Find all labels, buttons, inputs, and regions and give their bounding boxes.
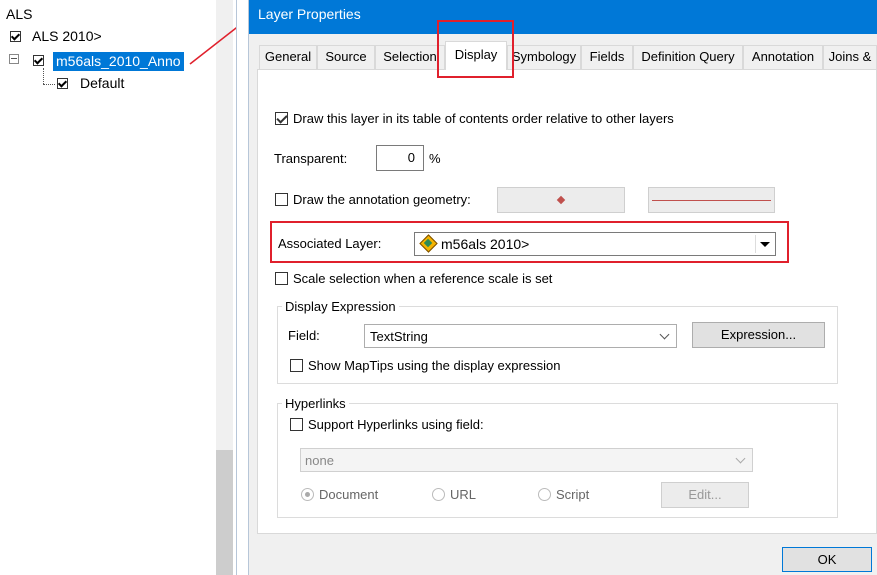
scale-selection-checkbox[interactable] bbox=[275, 272, 288, 285]
radio-url-label: URL bbox=[450, 487, 477, 502]
tab-joins[interactable]: Joins & bbox=[823, 45, 877, 69]
layer-diamond-icon bbox=[419, 234, 438, 253]
radio-script[interactable] bbox=[538, 488, 551, 501]
chevron-down-icon bbox=[735, 453, 746, 464]
point-symbol-button[interactable] bbox=[497, 187, 625, 213]
chevron-down-icon bbox=[659, 329, 670, 340]
radio-script-label: Script bbox=[556, 487, 590, 502]
tab-general[interactable]: General bbox=[259, 45, 317, 69]
associated-layer-dropdown[interactable]: m56als 2010> bbox=[414, 232, 776, 256]
tab-selection[interactable]: Selection bbox=[375, 45, 445, 69]
hyperlinks-legend: Hyperlinks bbox=[282, 396, 349, 411]
associated-layer-value: m56als 2010> bbox=[441, 236, 530, 252]
line-symbol-icon bbox=[652, 200, 771, 201]
draw-geometry-label: Draw the annotation geometry: bbox=[293, 192, 471, 207]
hyperlink-field-value: none bbox=[305, 453, 334, 468]
dropdown-arrow-icon[interactable] bbox=[755, 235, 773, 253]
field-dropdown[interactable]: TextString bbox=[364, 324, 677, 348]
maptips-checkbox[interactable] bbox=[290, 359, 303, 372]
point-symbol-icon bbox=[556, 195, 566, 205]
highlight-display-tab bbox=[437, 20, 514, 78]
dialog-border bbox=[236, 0, 249, 575]
field-label: Field: bbox=[288, 328, 320, 343]
transparent-input[interactable]: 0 bbox=[376, 145, 424, 171]
tab-annotation[interactable]: Annotation bbox=[743, 45, 823, 69]
tab-definition-query[interactable]: Definition Query bbox=[633, 45, 743, 69]
tab-source[interactable]: Source bbox=[317, 45, 375, 69]
field-value: TextString bbox=[370, 329, 428, 344]
expression-button[interactable]: Expression... bbox=[692, 322, 825, 348]
display-expression-legend: Display Expression bbox=[282, 299, 399, 314]
draw-order-checkbox[interactable] bbox=[275, 112, 288, 125]
scale-selection-label: Scale selection when a reference scale i… bbox=[293, 271, 553, 286]
radio-document-label: Document bbox=[319, 487, 379, 502]
line-symbol-button[interactable] bbox=[648, 187, 775, 213]
transparent-label: Transparent: bbox=[274, 151, 348, 166]
associated-layer-label: Associated Layer: bbox=[278, 236, 382, 251]
dialog-title: Layer Properties bbox=[258, 6, 361, 22]
ok-button[interactable]: OK bbox=[782, 547, 872, 572]
tab-fields[interactable]: Fields bbox=[581, 45, 633, 69]
tab-symbology[interactable]: Symbology bbox=[507, 45, 581, 69]
radio-document[interactable] bbox=[301, 488, 314, 501]
radio-url[interactable] bbox=[432, 488, 445, 501]
maptips-label: Show MapTips using the display expressio… bbox=[308, 358, 561, 373]
transparent-unit: % bbox=[429, 151, 441, 166]
support-hyperlinks-label: Support Hyperlinks using field: bbox=[308, 417, 484, 432]
draw-order-label: Draw this layer in its table of contents… bbox=[293, 111, 674, 126]
edit-button[interactable]: Edit... bbox=[661, 482, 749, 508]
transparent-value: 0 bbox=[407, 150, 415, 165]
support-hyperlinks-checkbox[interactable] bbox=[290, 418, 303, 431]
hyperlink-field-dropdown[interactable]: none bbox=[300, 448, 753, 472]
draw-geometry-checkbox[interactable] bbox=[275, 193, 288, 206]
